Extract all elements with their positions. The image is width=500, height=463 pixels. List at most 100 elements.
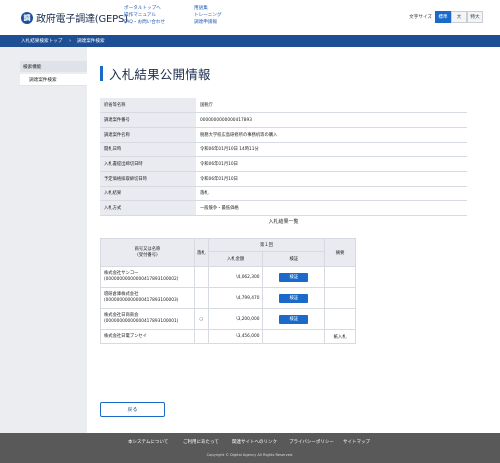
footer-about-link[interactable]: 本システムについて	[128, 439, 168, 445]
col-award-header: 落札	[193, 238, 209, 267]
verify-button[interactable]: 検証	[279, 272, 309, 282]
company-cell: 株式会社日電ブンセイ	[100, 329, 195, 344]
info-value: 税務大学校広島研修所の事務机等の購入	[196, 127, 467, 143]
bid-amount: \4,062,300	[207, 266, 264, 288]
training-link[interactable]: トレーニング	[194, 12, 222, 19]
info-label: 調達案件名称	[100, 127, 196, 143]
info-row: 入札方式 一般競争・最低価格	[100, 200, 467, 216]
col-verify-header: 検証	[262, 250, 326, 268]
portal-top-link[interactable]: ポータルトップへ	[124, 5, 165, 12]
site-logo[interactable]: 調 政府電子調達(GEPS)	[21, 10, 128, 25]
glossary-link[interactable]: 用語集	[194, 5, 222, 12]
verify-button[interactable]: 検証	[279, 293, 309, 303]
award-cell	[193, 287, 209, 309]
remarks-cell	[324, 266, 356, 288]
receipt-number: (00000000000000417893100002)	[104, 277, 179, 282]
font-size-standard-button[interactable]: 標準	[435, 11, 451, 23]
company-name: 株式会社日電ブンセイ	[104, 333, 147, 339]
main-content: 入札結果公開情報 府省等名称 国税庁 調達案件番号 00000000000004178…	[87, 47, 480, 433]
info-value: 令和06年01月10日	[196, 171, 467, 187]
verify-button[interactable]: 検証	[279, 314, 309, 324]
info-row: 府省等名称 国税庁	[100, 98, 467, 114]
info-label: 開札日時	[100, 142, 196, 158]
sidebar-heading: 検索機能	[20, 61, 87, 72]
verify-cell: 検証	[262, 266, 326, 288]
info-label: 府省等名称	[100, 98, 196, 114]
font-size-switcher: 文字サイズ 標準 大 特大	[409, 11, 483, 23]
results-table: 商号又は名称 (受付番号) 落札 第１回 摘要 入札金額 検証 株式会社サンコー…	[100, 238, 356, 344]
remarks-cell	[324, 308, 356, 330]
award-cell	[193, 329, 209, 344]
bid-amount: \3,456,000	[207, 329, 264, 344]
manual-link[interactable]: 操作マニュアル	[124, 12, 165, 19]
remarks-cell	[324, 287, 356, 309]
col-company-header: 商号又は名称 (受付番号)	[100, 238, 195, 267]
faq-link[interactable]: FAQ・お問い合わせ	[124, 19, 165, 26]
result-row: 株式会社サンコー (00000000000000417893100002) \4,0…	[100, 266, 356, 288]
info-label: 入札方式	[100, 200, 196, 216]
font-size-large-button[interactable]: 大	[451, 11, 467, 23]
company-cell: 株式会社日商商会 (00000000000000417893100001)	[100, 308, 195, 330]
award-cell: ○	[193, 308, 209, 330]
bid-amount: \4,799,470	[207, 287, 264, 309]
title-accent-bar	[100, 66, 103, 81]
info-row: 開札日時 令和06年01月10日 14時11分	[100, 142, 467, 158]
info-value: 令和06年01月10日	[196, 156, 467, 172]
geps-logo-icon: 調	[21, 11, 33, 24]
site-title: 政府電子調達(GEPS)	[36, 14, 128, 25]
page-title: 入札結果公開情報	[109, 67, 211, 82]
header-links-col1: ポータルトップへ 操作マニュアル FAQ・お問い合わせ	[124, 5, 165, 26]
info-value: 一般競争・最低価格	[196, 200, 467, 216]
award-cell	[193, 266, 209, 288]
receipt-number: (00000000000000417893100001)	[104, 319, 179, 324]
site-footer: 本システムについて ご利用にあたって 関連サイトへのリンク プライバシーポリシー…	[0, 433, 500, 463]
copyright: Copyright © Digital Agency All Rights Re…	[206, 453, 294, 457]
page-heading: 入札結果公開情報	[100, 64, 211, 83]
header-links-col2: 用語集 トレーニング 調達申請報	[194, 5, 222, 26]
result-row: 株式会社日電ブンセイ \3,456,000 紙入札	[100, 329, 356, 344]
footer-related-sites-link[interactable]: 関連サイトへのリンク	[232, 439, 277, 445]
breadcrumb: 入札結果検索トップ › 調達案件検索	[0, 35, 500, 47]
breadcrumb-search-top[interactable]: 入札結果検索トップ	[21, 38, 62, 44]
info-value: 令和06年01月10日 14時11分	[196, 142, 467, 158]
breadcrumb-case-search[interactable]: 調達案件検索	[77, 38, 105, 44]
info-label: 予定価格採取締切日時	[100, 171, 196, 187]
site-header: 調 政府電子調達(GEPS) ポータルトップへ 操作マニュアル FAQ・お問い合…	[0, 0, 500, 34]
result-row: 壇研倉庫株式会社 (00000000000000417893100003) \4,7…	[100, 287, 356, 309]
sidebar-item-case-search[interactable]: 調達案件検索	[20, 74, 87, 86]
info-value: 国税庁	[196, 98, 467, 114]
col-amount-header: 入札金額	[207, 250, 264, 268]
col-remarks-header: 摘要	[324, 238, 356, 267]
col-round-header: 第１回	[207, 238, 326, 252]
bid-amount: \3,200,000	[207, 308, 264, 330]
result-row: 株式会社日商商会 (00000000000000417893100001) ○ \3,…	[100, 308, 356, 330]
info-row: 調達案件名称 税務大学校広島研修所の事務机等の購入	[100, 127, 467, 143]
font-size-label: 文字サイズ	[409, 15, 432, 20]
results-title: 入札結果一覧	[268, 219, 299, 225]
remarks-cell: 紙入札	[324, 329, 356, 344]
info-label: 入札結果	[100, 186, 196, 202]
case-info-table: 府省等名称 国税庁 調達案件番号 0000000000000417893 調達案件名称税…	[100, 98, 467, 216]
info-value: 落札	[196, 186, 467, 202]
footer-sitemap-link[interactable]: サイトマップ	[343, 439, 370, 445]
verify-cell: 検証	[262, 308, 326, 330]
footer-privacy-link[interactable]: プライバシーポリシー	[289, 439, 334, 445]
sidebar: 検索機能 調達案件検索	[0, 47, 87, 433]
receipt-number: (00000000000000417893100003)	[104, 298, 179, 303]
chevron-right-icon: ›	[69, 37, 71, 44]
verify-cell: 検証	[262, 287, 326, 309]
info-row: 入札結果 落札	[100, 186, 467, 202]
font-size-xlarge-button[interactable]: 特大	[467, 11, 483, 23]
footer-usage-link[interactable]: ご利用にあたって	[183, 439, 219, 445]
info-row: 入札書提出締切日時 令和06年01月10日	[100, 156, 467, 172]
back-button[interactable]: 戻る	[100, 402, 165, 417]
procurement-info-link[interactable]: 調達申請報	[194, 19, 222, 26]
verify-cell	[262, 329, 326, 344]
info-label: 入札書提出締切日時	[100, 156, 196, 172]
info-row: 調達案件番号 0000000000000417893	[100, 112, 467, 128]
info-label: 調達案件番号	[100, 112, 196, 128]
company-cell: 壇研倉庫株式会社 (00000000000000417893100003)	[100, 287, 195, 309]
info-row: 予定価格採取締切日時 令和06年01月10日	[100, 171, 467, 187]
company-cell: 株式会社サンコー (00000000000000417893100002)	[100, 266, 195, 288]
info-value: 0000000000000417893	[196, 112, 467, 128]
